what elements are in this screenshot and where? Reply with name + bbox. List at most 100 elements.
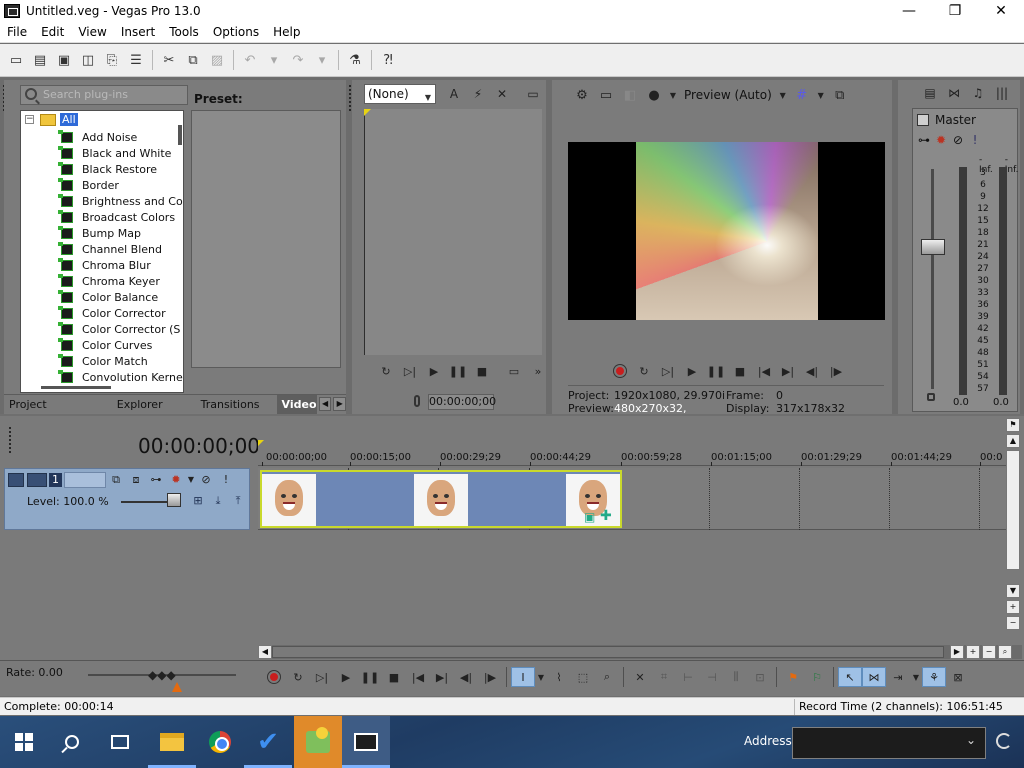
zoom-tool-icon[interactable]: ⌕	[998, 645, 1012, 659]
pause-icon[interactable]: ❚❚	[358, 667, 382, 687]
tab-explorer[interactable]: Explorer	[112, 395, 168, 414]
list-item[interactable]: Color Corrector	[58, 305, 183, 321]
loop-icon[interactable]: ↻	[286, 667, 310, 687]
taskbar-app-check[interactable]: ✔	[244, 716, 292, 768]
clear-icon[interactable]: ✕	[491, 84, 513, 104]
chevron-down-icon[interactable]: ▼	[777, 84, 789, 106]
render-icon[interactable]: ⚗	[344, 49, 366, 71]
rate-slider-knob[interactable]: ◆◆◆	[148, 668, 176, 682]
enable-snapping-icon[interactable]: ↖	[838, 667, 862, 687]
video-event-clip[interactable]: ▣ ✚	[260, 470, 622, 528]
zoom-out-time-icon[interactable]: −	[982, 645, 996, 659]
mute-icon[interactable]: ⊘	[196, 472, 216, 488]
minimize-button[interactable]: —	[886, 0, 932, 22]
chevron-down-icon[interactable]: ▼	[910, 667, 922, 687]
stop-icon[interactable]: ■	[728, 362, 752, 380]
track-motion-icon[interactable]: ⊶	[146, 472, 166, 488]
list-item[interactable]: Border	[58, 177, 183, 193]
menu-tools[interactable]: Tools	[162, 25, 206, 39]
play-from-start-icon[interactable]: ▷|	[310, 667, 334, 687]
tab-scroll-right-icon[interactable]: ▶	[333, 397, 346, 411]
track-level-knob[interactable]	[167, 493, 181, 507]
ignore-event-grouping-icon[interactable]: ⊠	[946, 667, 970, 687]
taskbar-file-explorer[interactable]	[148, 716, 196, 768]
undo-dropdown-icon[interactable]: ▾	[263, 49, 285, 71]
address-input[interactable]	[792, 727, 986, 759]
next-frame-icon[interactable]: |▶	[478, 667, 502, 687]
scroll-up-icon[interactable]: ▲	[1006, 434, 1020, 448]
solo-icon[interactable]: !	[968, 133, 982, 147]
go-to-start-icon[interactable]: |◀	[406, 667, 430, 687]
menu-options[interactable]: Options	[206, 25, 266, 39]
external-monitor-icon[interactable]: ▭	[595, 84, 617, 106]
tab-scroll-left-icon[interactable]: ◀	[318, 397, 332, 411]
scroll-right-icon[interactable]: ▶	[950, 645, 964, 659]
move-track-up-icon[interactable]: ⤒	[229, 493, 247, 509]
mute-icon[interactable]: ⊘	[951, 133, 965, 147]
chevron-down-icon[interactable]: ▼	[815, 84, 827, 106]
loop-icon[interactable]: ↻	[374, 362, 398, 380]
list-item[interactable]: Chroma Blur	[58, 257, 183, 273]
properties-icon[interactable]: ☰	[125, 49, 147, 71]
render-as-icon[interactable]: ⎘	[101, 49, 123, 71]
track-name-input[interactable]	[64, 472, 106, 488]
dim-output-icon[interactable]: ♫	[967, 84, 989, 102]
add-to-timeline-icon[interactable]: ▭	[502, 362, 526, 380]
pause-icon[interactable]: ❚❚	[446, 362, 470, 380]
search-input[interactable]: Search plug-ins	[20, 85, 188, 105]
track-minimize-icon[interactable]	[8, 473, 24, 487]
zoom-in-time-icon[interactable]: +	[966, 645, 980, 659]
envelope-tool-icon[interactable]: ⌇	[547, 667, 571, 687]
tab-video-fx[interactable]: Video	[276, 394, 317, 414]
list-item[interactable]: Channel Blend	[58, 241, 183, 257]
menu-insert[interactable]: Insert	[114, 25, 162, 39]
zoom-icon[interactable]: ⌕	[595, 667, 619, 687]
empty-track-area[interactable]	[258, 530, 1006, 646]
lightning-icon[interactable]: ⚡	[467, 84, 489, 104]
list-item[interactable]: Brightness and Co	[58, 193, 183, 209]
menu-edit[interactable]: Edit	[34, 25, 71, 39]
pause-icon[interactable]: ❚❚	[704, 362, 728, 380]
preset-list[interactable]	[191, 110, 341, 368]
loop-icon[interactable]: ↻	[632, 362, 656, 380]
go-to-end-icon[interactable]: ▶|	[776, 362, 800, 380]
new-project-icon[interactable]: ▭	[5, 49, 27, 71]
stop-icon[interactable]: ■	[382, 667, 406, 687]
taskbar-chrome[interactable]	[196, 716, 244, 768]
auto-ripple-icon[interactable]: ⇥	[886, 667, 910, 687]
zoom-out-track-icon[interactable]: −	[1006, 616, 1020, 630]
redo-icon[interactable]: ↷	[287, 49, 309, 71]
record-icon[interactable]	[608, 362, 632, 380]
open-folder-icon[interactable]: ▤	[29, 49, 51, 71]
tree-root[interactable]: − All	[25, 113, 78, 126]
save-icon[interactable]: ▣	[53, 49, 75, 71]
tree-vertical-scrollbar[interactable]	[178, 125, 182, 145]
save-as-icon[interactable]: ◫	[77, 49, 99, 71]
add-track-fx-icon[interactable]: ⊞	[189, 493, 207, 509]
lock-envelopes-icon[interactable]: ⚘	[922, 667, 946, 687]
compositing-mode-icon[interactable]: ⧉	[106, 472, 126, 488]
trimmer-select[interactable]: (None) ▼	[364, 84, 436, 104]
meter-options-icon[interactable]: |||	[991, 84, 1013, 102]
timeline-cursor-marker[interactable]	[258, 440, 264, 446]
pan-icon[interactable]: ⊶	[917, 133, 931, 147]
vertical-scroll-thumb[interactable]	[1006, 450, 1020, 570]
play-from-start-icon[interactable]: ▷|	[656, 362, 680, 380]
list-item[interactable]: Color Corrector (S	[58, 321, 183, 337]
play-icon[interactable]: ▶	[334, 667, 358, 687]
auto-ripple-icon[interactable]: A	[443, 84, 465, 104]
split-icon[interactable]: ⫼	[724, 667, 748, 687]
play-from-start-icon[interactable]: ▷|	[398, 362, 422, 380]
chevron-down-icon[interactable]: ▼	[535, 667, 547, 687]
record-icon[interactable]	[262, 667, 286, 687]
taskbar-search-button[interactable]	[48, 716, 96, 768]
scroll-left-icon[interactable]: ◀	[258, 645, 272, 659]
task-view-button[interactable]	[96, 716, 144, 768]
play-icon[interactable]: ▶	[680, 362, 704, 380]
paste-icon[interactable]: ▨	[206, 49, 228, 71]
list-item[interactable]: Bump Map	[58, 225, 183, 241]
previous-frame-icon[interactable]: ◀|	[800, 362, 824, 380]
list-item[interactable]: Color Balance	[58, 289, 183, 305]
lock-icon[interactable]	[927, 393, 935, 401]
normal-edit-tool-icon[interactable]: I	[511, 667, 535, 687]
